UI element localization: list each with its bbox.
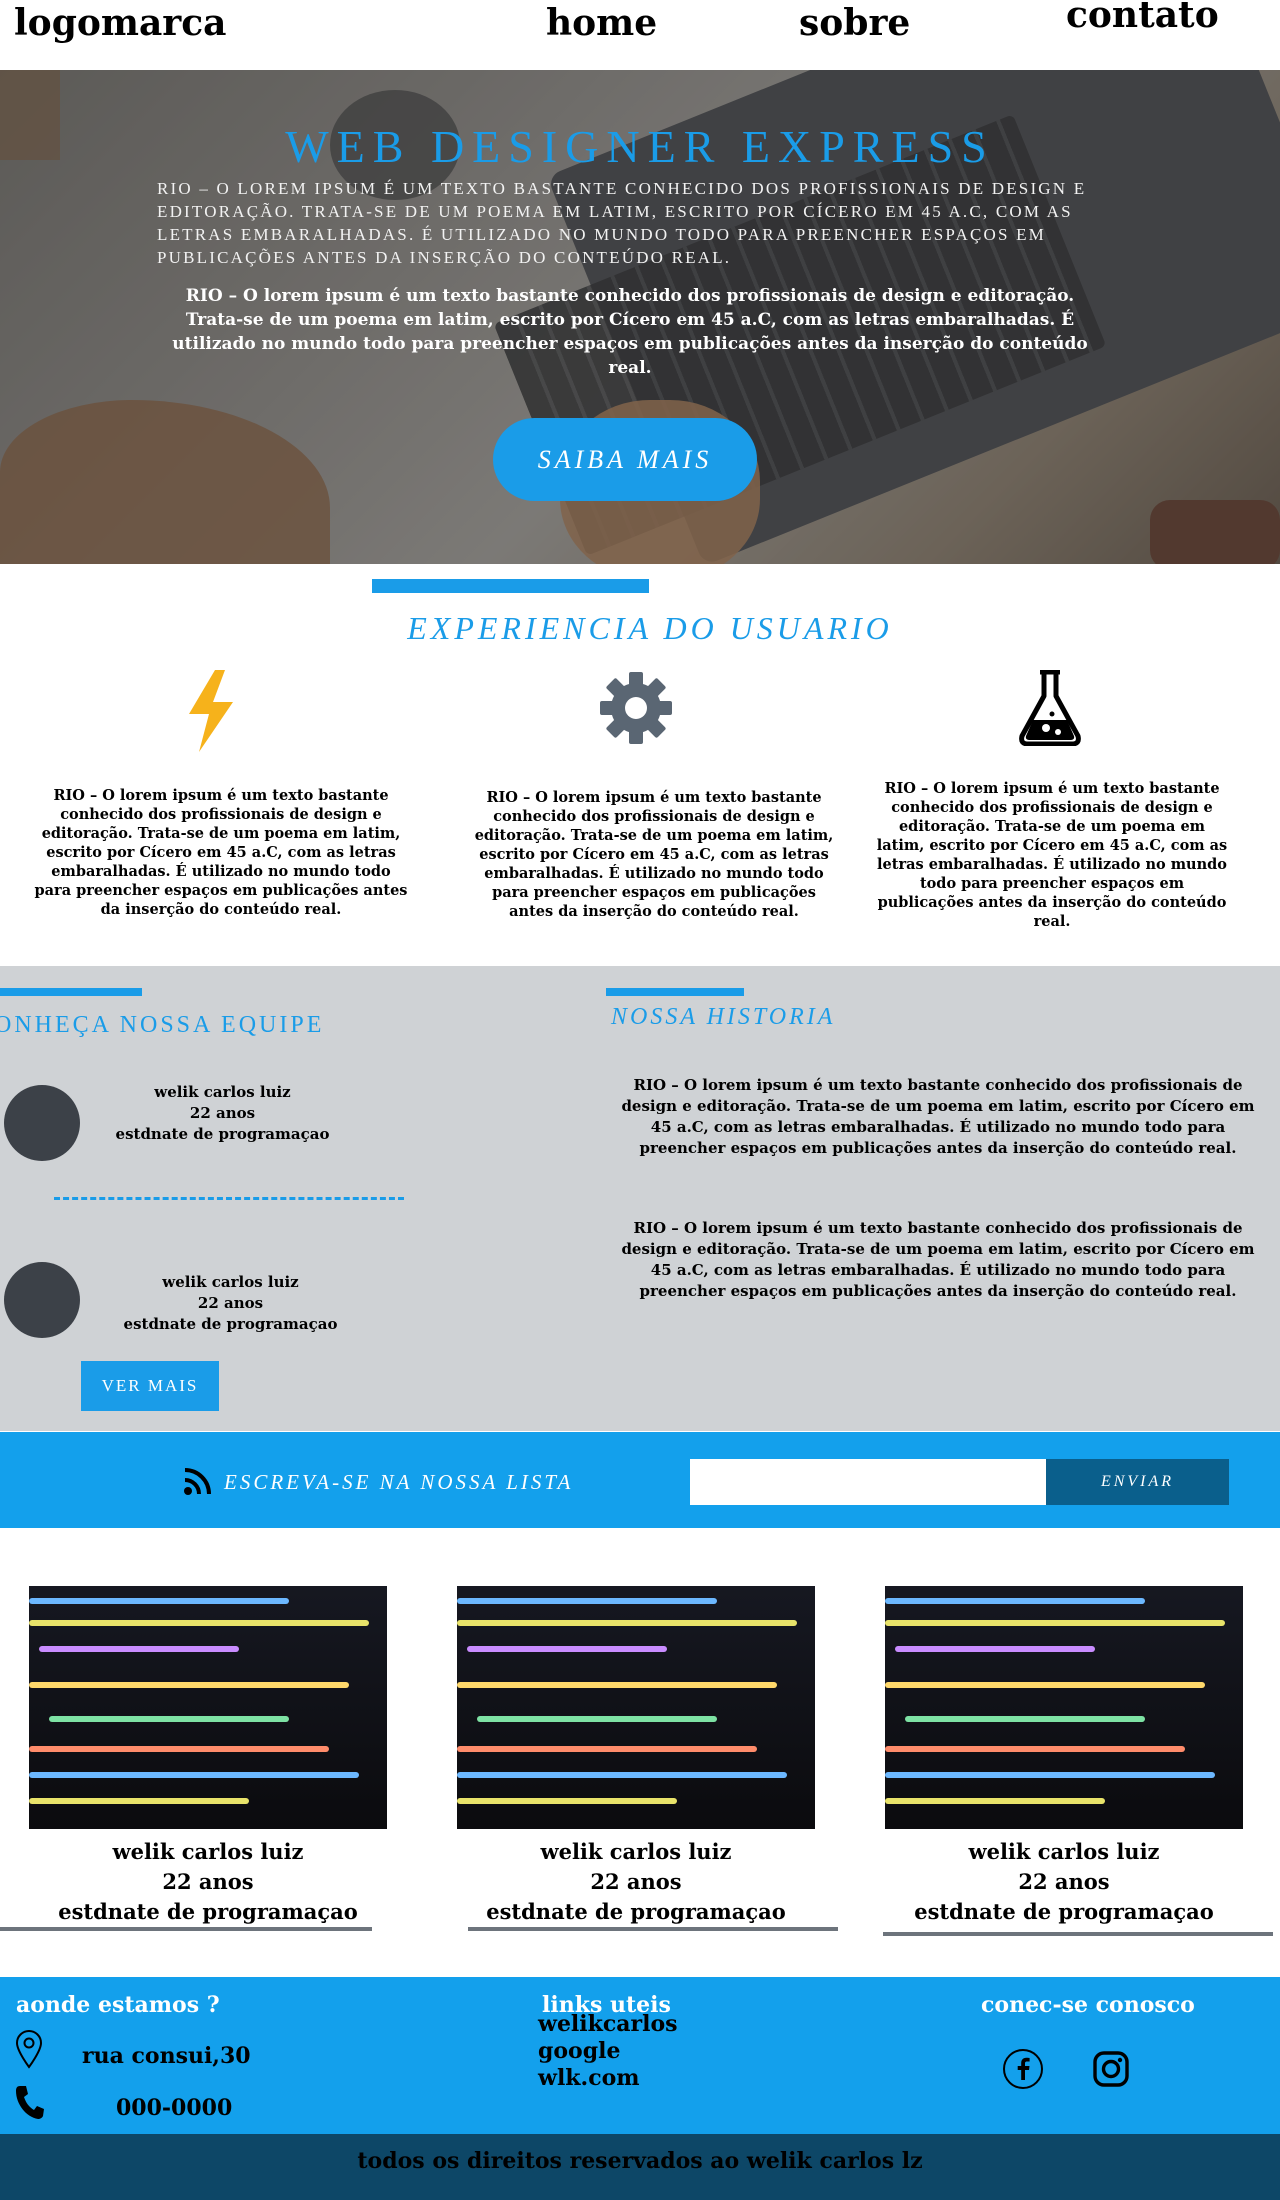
member-age: 22 anos bbox=[197, 1294, 264, 1312]
team-member-2: welik carlos luiz 22 anos estdnate de pr… bbox=[98, 1272, 363, 1335]
member-name: welik carlos luiz bbox=[154, 1083, 291, 1101]
card-text-2: welik carlos luiz 22 anos estdnate de pr… bbox=[436, 1837, 836, 1927]
experience-text-1: RIO – O lorem ipsum é um texto bastante … bbox=[34, 787, 408, 918]
team-accent-bar bbox=[0, 988, 142, 996]
instagram-icon[interactable] bbox=[1092, 2050, 1130, 2088]
card-name: welik carlos luiz bbox=[540, 1839, 732, 1864]
copyright-text: todos os direitos reservados ao welik ca… bbox=[357, 2148, 923, 2174]
team-member-1: welik carlos luiz 22 anos estdnate de pr… bbox=[90, 1082, 355, 1145]
team-title: ONHEÇA NOSSA EQUIPE bbox=[0, 1012, 325, 1038]
hero-caps-text: RIO – O LOREM IPSUM É UM TEXTO BASTANTE … bbox=[157, 179, 1087, 267]
member-age: 22 anos bbox=[189, 1104, 256, 1122]
card-image bbox=[885, 1586, 1243, 1829]
useful-links: welikcarlos google wlk.com bbox=[538, 2011, 678, 2092]
enviar-button[interactable]: ENVIAR bbox=[1046, 1459, 1229, 1505]
email-input[interactable] bbox=[690, 1459, 1046, 1505]
ver-mais-button[interactable]: VER MAIS bbox=[81, 1361, 219, 1411]
experience-text-2: RIO – O lorem ipsum é um texto bastante … bbox=[474, 789, 834, 920]
hero-bold-text: RIO – O lorem ipsum é um texto bastante … bbox=[172, 286, 1088, 378]
section-accent-bar bbox=[372, 579, 649, 593]
avatar bbox=[4, 1085, 80, 1161]
history-accent-bar bbox=[606, 988, 744, 996]
card-divider bbox=[0, 1927, 372, 1931]
experience-text-3: RIO – O lorem ipsum é um texto bastante … bbox=[876, 780, 1228, 930]
footer-link[interactable]: welikcarlos bbox=[538, 2011, 678, 2038]
lightning-icon bbox=[185, 670, 237, 752]
card-image bbox=[29, 1586, 387, 1829]
card-text-3: welik carlos luiz 22 anos estdnate de pr… bbox=[864, 1837, 1264, 1927]
site-header: logomarca home sobre contato bbox=[0, 0, 1280, 70]
subscribe-label: ESCREVA-SE NA NOSSA LISTA bbox=[224, 1470, 574, 1494]
card-role: estdnate de programaçao bbox=[914, 1899, 1214, 1924]
card-age: 22 anos bbox=[1018, 1869, 1110, 1894]
card-image bbox=[457, 1586, 815, 1829]
nav-home-link[interactable]: home bbox=[546, 2, 657, 44]
member-divider bbox=[54, 1197, 404, 1200]
history-paragraph-1: RIO – O lorem ipsum é um texto bastante … bbox=[621, 1076, 1255, 1157]
phone-icon bbox=[14, 2084, 44, 2120]
gear-icon bbox=[600, 672, 672, 744]
footer-link[interactable]: google bbox=[538, 2038, 678, 2065]
card-role: estdnate de programaçao bbox=[58, 1899, 358, 1924]
phone-text: 000-0000 bbox=[116, 2095, 233, 2121]
history-title: NOSSA HISTORIA bbox=[611, 1004, 836, 1030]
card-role: estdnate de programaçao bbox=[486, 1899, 786, 1924]
card-name: welik carlos luiz bbox=[112, 1839, 304, 1864]
member-role: estdnate de programaçao bbox=[123, 1315, 338, 1333]
card-name: welik carlos luiz bbox=[968, 1839, 1160, 1864]
location-title: aonde estamos ? bbox=[16, 1992, 220, 2018]
social-title: conec-se conosco bbox=[981, 1992, 1195, 2018]
hero-title: WEB DESIGNER EXPRESS bbox=[285, 121, 995, 172]
card-divider bbox=[468, 1927, 838, 1931]
rss-icon bbox=[183, 1466, 215, 1496]
footer-link[interactable]: wlk.com bbox=[538, 2065, 678, 2092]
experience-title: EXPERIENCIA DO USUARIO bbox=[407, 610, 893, 646]
history-paragraph-2: RIO – O lorem ipsum é um texto bastante … bbox=[621, 1219, 1255, 1300]
nav-contact-link[interactable]: contato bbox=[1066, 0, 1219, 36]
card-text-1: welik carlos luiz 22 anos estdnate de pr… bbox=[8, 1837, 408, 1927]
saiba-mais-button[interactable]: SAIBA MAIS bbox=[493, 418, 757, 501]
avatar bbox=[4, 1262, 80, 1338]
address-text: rua consui,30 bbox=[82, 2043, 251, 2069]
nav-about-link[interactable]: sobre bbox=[799, 2, 910, 44]
member-name: welik carlos luiz bbox=[162, 1273, 299, 1291]
map-pin-icon bbox=[14, 2029, 44, 2069]
facebook-icon[interactable] bbox=[1002, 2048, 1044, 2090]
logo[interactable]: logomarca bbox=[14, 2, 227, 44]
card-age: 22 anos bbox=[162, 1869, 254, 1894]
flask-icon bbox=[1018, 669, 1082, 747]
member-role: estdnate de programaçao bbox=[115, 1125, 330, 1143]
card-divider bbox=[883, 1932, 1273, 1936]
card-age: 22 anos bbox=[590, 1869, 682, 1894]
